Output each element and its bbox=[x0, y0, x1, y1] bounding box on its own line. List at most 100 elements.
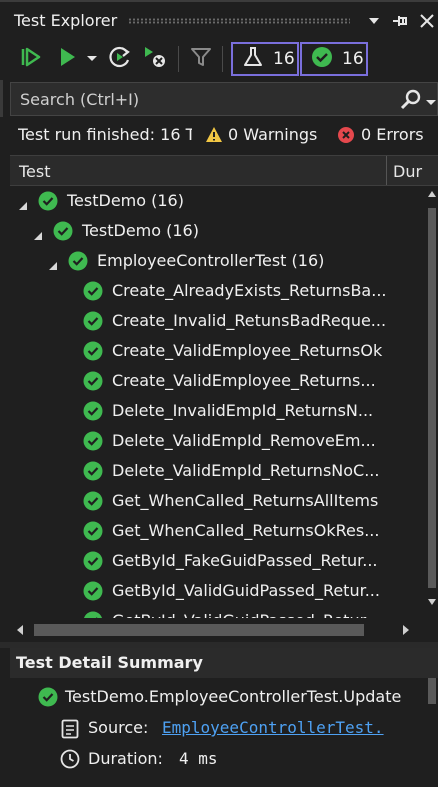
passed-check-icon bbox=[53, 221, 73, 241]
test-settings-button[interactable] bbox=[186, 44, 216, 74]
close-icon[interactable] bbox=[416, 10, 438, 32]
tree-row-label: Create_ValidEmployee_ReturnsOk bbox=[112, 341, 383, 360]
run-summary-bar: Test run finished: 16 T 0 Warnings 0 Err… bbox=[0, 117, 438, 155]
test-row[interactable]: Create_ValidEmployee_ReturnsOk bbox=[10, 336, 426, 366]
tree-horizontal-scrollbar[interactable] bbox=[10, 618, 426, 642]
expanded-arrow-icon[interactable] bbox=[33, 226, 43, 245]
tree-horizontal-scroll-thumb[interactable] bbox=[34, 624, 364, 636]
toolbar-separator bbox=[222, 46, 223, 72]
test-settings-icon bbox=[189, 45, 213, 73]
detail-test-name-row: TestDemo.EmployeeControllerTest.Update bbox=[10, 682, 424, 712]
test-row[interactable]: GetById_ValidGuidPassed_Retur... bbox=[10, 606, 426, 618]
run-all-icon bbox=[19, 45, 43, 73]
search-placeholder: Search (Ctrl+I) bbox=[20, 90, 140, 109]
tree-row-label: GetById_ValidGuidPassed_Retur... bbox=[112, 581, 380, 600]
test-row[interactable]: Delete_ValidEmpId_RemoveEm... bbox=[10, 426, 426, 456]
toolbar-separator bbox=[178, 46, 179, 72]
repeat-last-run-button[interactable] bbox=[105, 44, 135, 74]
passed-check-icon bbox=[83, 491, 103, 511]
test-row[interactable]: Get_WhenCalled_ReturnsOkRes... bbox=[10, 516, 426, 546]
test-row[interactable]: Get_WhenCalled_ReturnsAllItems bbox=[10, 486, 426, 516]
run-dropdown-button[interactable] bbox=[82, 44, 102, 74]
test-row[interactable]: GetById_ValidGuidPassed_Retur... bbox=[10, 576, 426, 606]
detail-scroll-thumb[interactable] bbox=[428, 678, 436, 704]
test-row[interactable]: Create_AlreadyExists_ReturnsBa... bbox=[10, 276, 426, 306]
scroll-right-icon[interactable] bbox=[402, 625, 410, 635]
detail-source-row: Source: EmployeeControllerTest. bbox=[10, 713, 424, 743]
clock-icon bbox=[60, 749, 80, 773]
scroll-left-icon[interactable] bbox=[16, 625, 24, 635]
test-row[interactable]: Delete_ValidEmpId_ReturnsNoC... bbox=[10, 456, 426, 486]
tree-row-label: Create_ValidEmployee_Returns... bbox=[112, 371, 376, 390]
test-row[interactable]: Create_Invalid_RetunsBadReque... bbox=[10, 306, 426, 336]
passed-check-icon bbox=[38, 687, 58, 711]
window-title: Test Explorer bbox=[14, 11, 118, 30]
scroll-up-icon[interactable] bbox=[428, 190, 436, 198]
pin-icon[interactable] bbox=[390, 10, 412, 32]
passed-check-icon bbox=[83, 521, 103, 541]
test-row[interactable]: GetById_FakeGuidPassed_Retur... bbox=[10, 546, 426, 576]
column-header: Test Dur bbox=[10, 155, 438, 186]
tree-row-label: Create_Invalid_RetunsBadReque... bbox=[112, 311, 387, 330]
expanded-arrow-icon[interactable] bbox=[48, 256, 58, 275]
passed-tests-count: 16 bbox=[342, 49, 364, 69]
scroll-down-icon[interactable] bbox=[428, 598, 436, 606]
tree-row-label: EmployeeControllerTest (16) bbox=[97, 251, 325, 270]
total-tests-filter-button[interactable]: 16 bbox=[231, 42, 299, 76]
run-all-button[interactable] bbox=[16, 44, 46, 74]
tree-row-label: Delete_InvalidEmpId_ReturnsN... bbox=[112, 401, 374, 420]
title-bar: Test Explorer bbox=[0, 0, 438, 38]
passed-check-icon bbox=[83, 281, 103, 301]
source-file-icon bbox=[61, 719, 79, 743]
tree-row-label: Create_AlreadyExists_ReturnsBa... bbox=[112, 281, 387, 300]
run-dropdown-icon bbox=[85, 50, 99, 69]
tree-row-label: Get_WhenCalled_ReturnsAllItems bbox=[112, 491, 379, 510]
errors-count[interactable]: 0 Errors bbox=[361, 125, 424, 144]
scrollbar-corner bbox=[426, 618, 438, 642]
passed-tests-filter-button[interactable]: 16 bbox=[300, 42, 368, 76]
passed-check-icon bbox=[83, 581, 103, 601]
warnings-count[interactable]: 0 Warnings bbox=[228, 125, 317, 144]
expanded-arrow-icon[interactable] bbox=[18, 196, 28, 215]
tree-row-label: GetById_ValidGuidPassed_Retur... bbox=[112, 611, 380, 618]
run-status-text: Test run finished: 16 T bbox=[18, 125, 192, 144]
passed-check-icon bbox=[68, 251, 88, 271]
tree-group-row[interactable]: TestDemo (16) bbox=[10, 216, 426, 246]
test-row[interactable]: Create_ValidEmployee_Returns... bbox=[10, 366, 426, 396]
source-label: Source: bbox=[88, 718, 149, 737]
detail-summary-header: Test Detail Summary bbox=[10, 648, 438, 678]
passed-check-icon bbox=[83, 311, 103, 331]
tree-vertical-scrollbar[interactable] bbox=[426, 186, 438, 618]
search-input[interactable]: Search (Ctrl+I) bbox=[10, 82, 438, 116]
tree-row-label: TestDemo (16) bbox=[82, 221, 199, 240]
search-dropdown-icon[interactable] bbox=[425, 93, 437, 112]
run-icon bbox=[55, 45, 79, 73]
passed-check-icon bbox=[83, 401, 103, 421]
test-tree: TestDemo (16) TestDemo (16) EmployeeContro… bbox=[10, 186, 426, 618]
tree-row-label: TestDemo (16) bbox=[67, 191, 184, 210]
detail-vertical-scrollbar[interactable] bbox=[426, 678, 438, 787]
tree-vertical-scroll-thumb[interactable] bbox=[428, 208, 436, 588]
tree-group-row[interactable]: EmployeeControllerTest (16) bbox=[10, 246, 426, 276]
repeat-last-run-icon bbox=[107, 44, 133, 74]
source-link[interactable]: EmployeeControllerTest. bbox=[162, 718, 384, 737]
run-button[interactable] bbox=[52, 44, 82, 74]
column-test[interactable]: Test bbox=[19, 162, 51, 181]
test-row[interactable]: Delete_InvalidEmpId_ReturnsN... bbox=[10, 396, 426, 426]
window-dropdown-icon[interactable] bbox=[363, 10, 385, 32]
duration-value: 4 ms bbox=[179, 749, 218, 768]
search-icon[interactable] bbox=[399, 88, 423, 116]
detail-summary-panel: TestDemo.EmployeeControllerTest.Update S… bbox=[10, 678, 438, 787]
passed-check-icon bbox=[83, 611, 103, 618]
title-drag-grip[interactable] bbox=[128, 18, 350, 24]
detail-test-name: TestDemo.EmployeeControllerTest.Update bbox=[65, 687, 402, 706]
detail-duration-row: Duration: 4 ms bbox=[10, 744, 424, 774]
column-resize-handle[interactable] bbox=[386, 156, 387, 185]
tree-row-label: Delete_ValidEmpId_RemoveEm... bbox=[112, 431, 376, 450]
passed-check-icon bbox=[311, 46, 333, 73]
toolbar: 16 16 bbox=[0, 38, 438, 80]
beaker-icon bbox=[242, 46, 264, 73]
tree-group-row[interactable]: TestDemo (16) bbox=[10, 186, 426, 216]
cancel-run-button[interactable] bbox=[140, 44, 170, 74]
column-duration[interactable]: Dur bbox=[393, 162, 438, 181]
